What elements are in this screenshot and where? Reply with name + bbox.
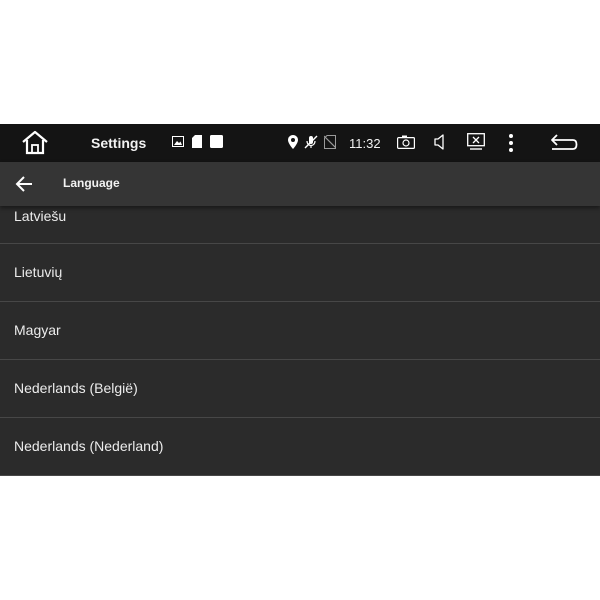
screenshot-button[interactable] (467, 133, 485, 155)
home-icon (22, 130, 48, 155)
back-icon (551, 134, 578, 150)
volume-icon (434, 134, 444, 150)
more-options-button[interactable] (505, 133, 517, 153)
volume-button[interactable] (434, 134, 448, 155)
language-label: Nederlands (Nederland) (14, 438, 164, 454)
mic-off-icon (304, 135, 318, 149)
status-bar: Settings 11:32 (0, 124, 600, 162)
language-label: Nederlands (België) (14, 380, 138, 396)
sd-card-icon (192, 135, 202, 148)
page-title: Language (63, 176, 120, 190)
notification-icons (172, 135, 223, 148)
no-sim-icon (324, 135, 336, 149)
language-label: Magyar (14, 322, 61, 338)
camera-button[interactable] (397, 135, 415, 154)
location-icon (288, 135, 298, 149)
arrow-back-icon (15, 176, 32, 192)
language-label: Latviešu (14, 208, 67, 224)
language-label: Lietuvių (14, 264, 63, 280)
image-icon (172, 136, 184, 147)
home-button[interactable] (20, 130, 50, 156)
app-toolbar: Language (0, 162, 600, 206)
language-list: Latviešu Lietuvių Magyar Nederlands (Bel… (0, 186, 600, 476)
app-title: Settings (91, 135, 147, 151)
screenshot-icon (467, 133, 485, 150)
language-item[interactable]: Nederlands (Nederland) (0, 418, 600, 476)
square-icon (210, 135, 223, 148)
language-item[interactable]: Nederlands (België) (0, 360, 600, 418)
navigate-up-button[interactable] (14, 173, 36, 195)
language-item[interactable]: Magyar (0, 302, 600, 360)
camera-icon (397, 135, 415, 150)
language-item[interactable]: Lietuvių (0, 244, 600, 302)
clock: 11:32 (349, 136, 381, 151)
system-icons (288, 135, 336, 149)
more-vert-icon (509, 134, 513, 152)
device-screen: Settings 11:32 Language Latviešu Lietuvi… (0, 124, 600, 476)
system-back-button[interactable] (549, 133, 579, 158)
